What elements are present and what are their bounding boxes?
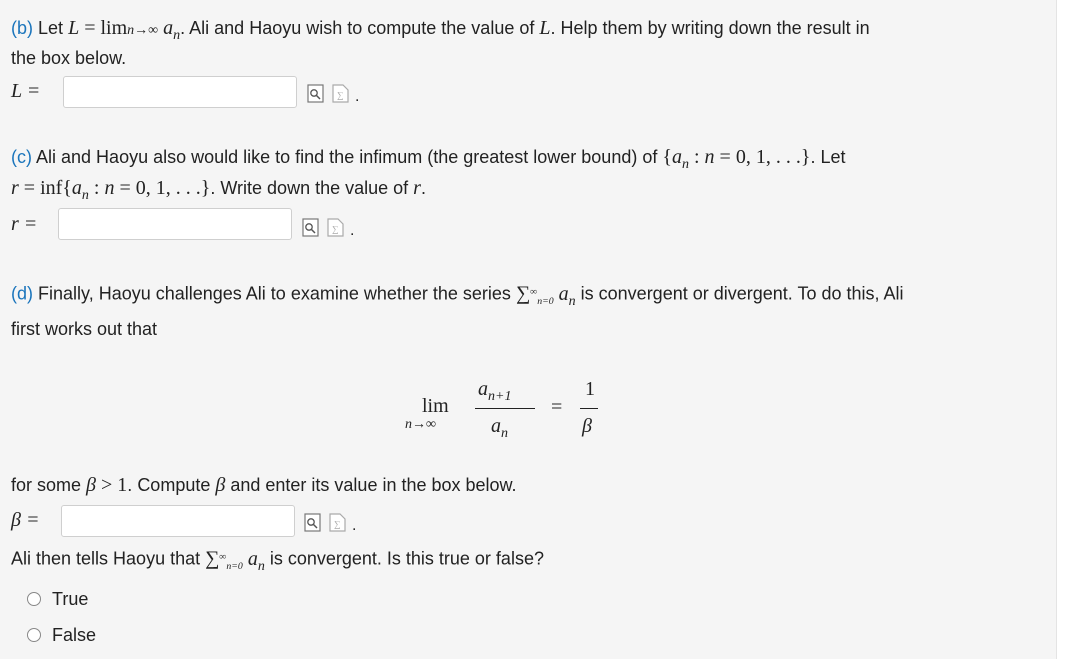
trailing-period: . [352,517,357,534]
option-true-label[interactable]: True [52,588,88,610]
part-b-line-1: (b) Let L = limn→∞ an. Ali and Haoyu wis… [11,17,870,47]
math-r-2: r [413,177,421,199]
fraction-bar-2 [580,408,598,409]
math-n: n [704,146,715,168]
math-an: an [158,17,181,43]
part-d-text-6: and enter its value in the box below. [230,475,517,495]
math-numerator: an+1 [478,378,512,404]
math-one: 1 [585,378,595,400]
formula-icon[interactable]: ∑ [329,513,346,532]
math-arrow: →∞ [134,23,159,38]
formula-icon[interactable]: ∑ [327,218,344,237]
math-n: n [104,177,115,199]
part-b-text: Let [38,18,64,38]
math-beta: β [215,474,226,496]
math-set-def: : [88,177,105,199]
part-b-text-3: Help them by writing down the result in [560,18,870,38]
math-set-def: : [688,146,705,168]
svg-text:∑: ∑ [332,224,338,234]
part-d-line-1: (d) Finally, Haoyu challenges Ali to exa… [11,281,904,313]
period: . [550,18,556,38]
question-panel: (b) Let L = limn→∞ an. Ali and Haoyu wis… [0,0,1057,659]
part-b-line-2: the box below. [11,48,127,68]
part-b-text-2: Ali and Haoyu wish to compute the value … [189,18,535,38]
math-L-2: L [539,17,551,39]
math-L: L [68,17,80,39]
part-d-text-2: is convergent or divergent. To do this, … [580,283,904,304]
math-an: an [671,146,689,172]
part-d-label: (d) [11,283,33,304]
math-set: { [662,146,672,168]
math-range: = 0, 1, . . .} [114,177,211,199]
part-c-answer-input[interactable] [58,208,292,240]
part-d-text-4: for some [11,475,82,495]
math-gt: > 1 [96,474,128,496]
part-c-text-3: Write down the value of [220,178,409,198]
math-sum-limits: ∞n=0 [219,551,243,572]
part-d-line-2: first works out that [11,319,158,339]
trailing-period: . [350,222,355,239]
math-denominator: an [491,415,508,441]
math-beta: β [86,474,97,496]
part-d-text: Finally, Haoyu challenges Ali to examine… [38,283,511,304]
part-b-answer-input[interactable] [63,76,297,108]
math-sum: ∑ [515,282,531,305]
option-false-label[interactable]: False [52,624,96,646]
radio-true[interactable] [27,592,41,606]
math-an: an [558,282,576,309]
period: . [180,18,186,38]
math-sum-limits: ∞n=0 [530,286,554,307]
math-sum: ∑ [205,547,220,570]
preview-icon[interactable] [302,218,319,237]
part-c-line-1: (c) Ali and Haoyu also would like to fin… [11,146,846,172]
svg-text:∑: ∑ [337,90,343,100]
part-d-line-4: Ali then tells Haoyu that ∑∞n=0 an is co… [11,546,544,578]
formula-icon[interactable]: ∑ [332,84,349,103]
math-inf: = inf{ [18,177,72,199]
svg-text:∑: ∑ [334,519,340,529]
math-beta: β [582,415,592,437]
math-an: an [247,547,265,574]
math-lim: lim [422,395,449,417]
part-d-text-5: Compute [137,475,211,495]
part-d-answer-input[interactable] [61,505,295,537]
preview-icon[interactable] [304,513,321,532]
part-c-line-2: r = inf{an : n = 0, 1, . . .}. Write dow… [11,177,426,203]
math-r: r [11,177,19,199]
math-equals: = [551,396,563,418]
part-d-line-3: for some β > 1. Compute β and enter its … [11,474,517,496]
math-eq: = lim [79,17,128,39]
radio-false[interactable] [27,628,41,642]
math-range: = 0, 1, . . .} [714,146,811,168]
part-b-answer-prefix: L = [11,80,41,102]
part-d-text-8: is convergent. Is this true or false? [269,548,544,569]
part-b-label: (b) [11,18,33,38]
part-c-text: Ali and Haoyu also would like to find th… [36,147,658,167]
preview-icon[interactable] [307,84,324,103]
part-c-answer-prefix: r = [11,213,38,235]
part-d-answer-prefix: β = [11,509,40,531]
math-an: an [71,177,89,203]
part-d-text-7: Ali then tells Haoyu that [11,548,201,569]
trailing-period: . [355,88,360,105]
math-lim-sub: n→∞ [405,417,436,432]
part-c-text-2: Let [820,147,846,167]
fraction-bar [475,408,535,409]
part-c-label: (c) [11,147,32,167]
